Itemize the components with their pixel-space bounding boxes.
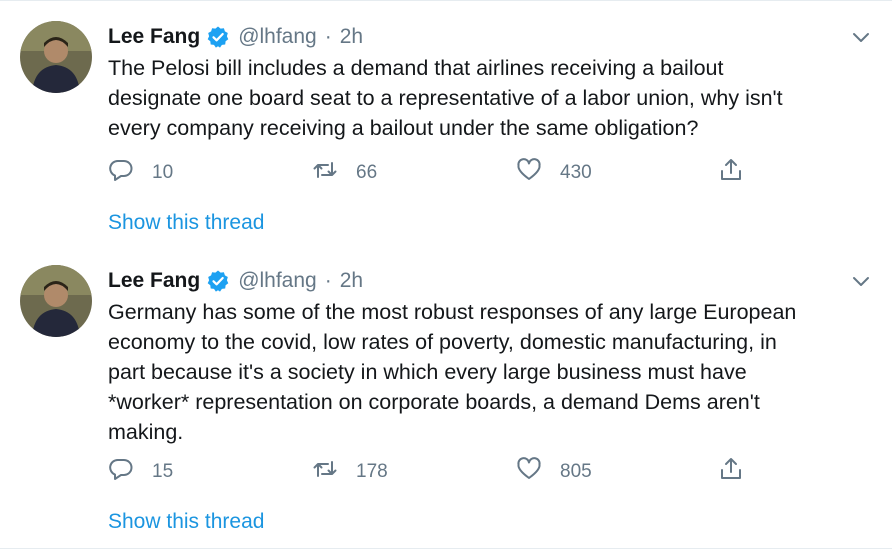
- reply-button[interactable]: 10: [108, 158, 173, 188]
- like-count: 430: [560, 162, 592, 183]
- verified-badge-icon: [206, 25, 230, 49]
- like-icon: [516, 456, 542, 488]
- reply-icon: [108, 456, 134, 488]
- retweet-button[interactable]: 66: [312, 158, 377, 188]
- separator: ·: [324, 269, 332, 292]
- tweet-actions: 15 178 805: [108, 457, 748, 487]
- reply-count: 10: [152, 162, 174, 183]
- timestamp[interactable]: 2h: [340, 269, 363, 293]
- reply-button[interactable]: 15: [108, 457, 173, 487]
- tweet-text: Germany has some of the most robust resp…: [108, 300, 797, 444]
- retweet-icon: [312, 456, 338, 488]
- retweet-icon: [312, 157, 338, 189]
- share-icon: [718, 456, 744, 488]
- separator: ·: [324, 25, 332, 48]
- retweet-button[interactable]: 178: [312, 457, 388, 487]
- share-button[interactable]: [718, 158, 744, 188]
- show-thread-link[interactable]: Show this thread: [108, 510, 264, 534]
- author-name[interactable]: Lee Fang: [108, 25, 200, 49]
- avatar[interactable]: [20, 21, 92, 93]
- tweet-text: The Pelosi bill includes a demand that a…: [108, 56, 783, 140]
- chevron-down-icon[interactable]: [850, 26, 872, 48]
- tweet-header: Lee Fang @lhfang · 2h: [108, 23, 363, 51]
- chevron-down-icon[interactable]: [850, 270, 872, 292]
- verified-badge-icon: [206, 269, 230, 293]
- like-button[interactable]: 430: [516, 158, 592, 188]
- tweet[interactable]: Lee Fang @lhfang · 2h The Pelosi bill in…: [0, 0, 892, 246]
- timestamp[interactable]: 2h: [340, 25, 363, 49]
- tweet-header: Lee Fang @lhfang · 2h: [108, 267, 363, 295]
- tweet[interactable]: Lee Fang @lhfang · 2h Germany has some o…: [0, 245, 892, 549]
- retweet-count: 66: [356, 162, 378, 183]
- like-button[interactable]: 805: [516, 457, 592, 487]
- author-handle[interactable]: @lhfang: [238, 25, 317, 49]
- like-count: 805: [560, 461, 592, 482]
- show-thread-link[interactable]: Show this thread: [108, 211, 264, 235]
- tweet-actions: 10 66 430: [108, 158, 748, 188]
- retweet-count: 178: [356, 461, 388, 482]
- like-icon: [516, 157, 542, 189]
- reply-count: 15: [152, 461, 174, 482]
- reply-icon: [108, 157, 134, 189]
- share-button[interactable]: [718, 457, 744, 487]
- author-name[interactable]: Lee Fang: [108, 269, 200, 293]
- share-icon: [718, 157, 744, 189]
- avatar[interactable]: [20, 265, 92, 337]
- author-handle[interactable]: @lhfang: [238, 269, 317, 293]
